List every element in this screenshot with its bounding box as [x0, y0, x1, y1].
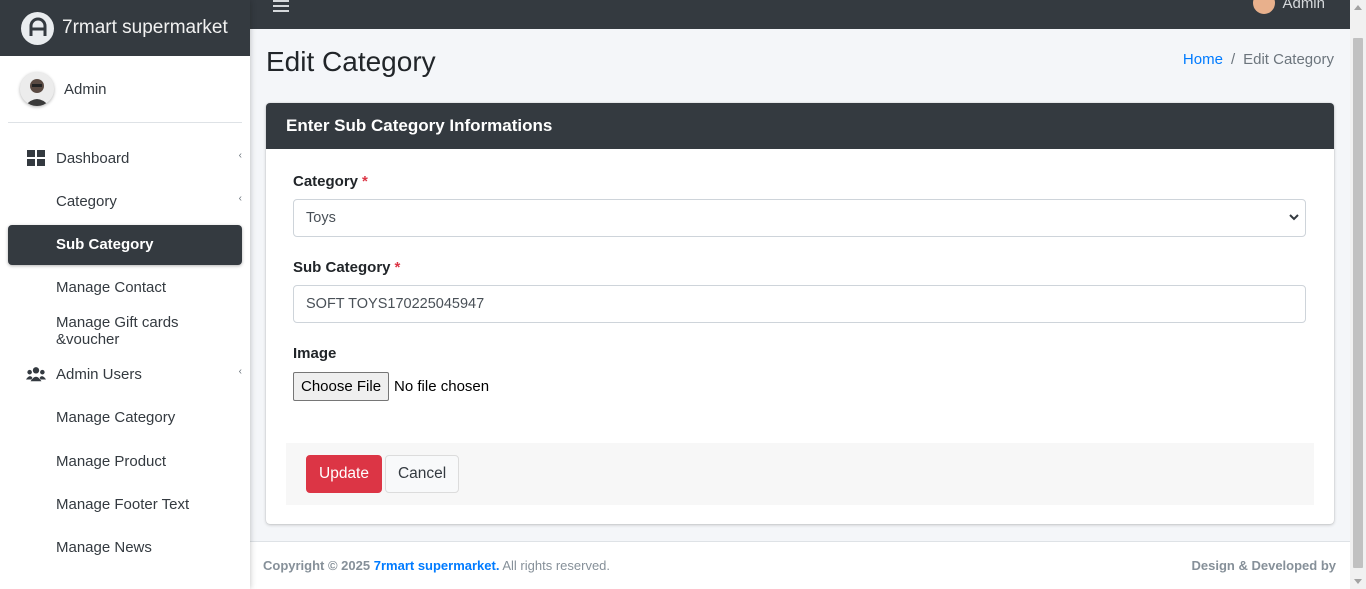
sidebar-item-label: Manage Footer Text: [56, 495, 190, 513]
sidebar-item-sub-category[interactable]: Sub Category: [8, 224, 242, 265]
category-form-group: Category * Toys: [293, 173, 1306, 237]
menu-toggle-icon[interactable]: [273, 0, 289, 12]
sidebar-item-admin-users[interactable]: Admin Users ‹: [8, 354, 242, 394]
brand-logo-icon: [21, 11, 54, 45]
choose-file-button[interactable]: Choose File: [293, 372, 390, 401]
vertical-scrollbar[interactable]: [1350, 0, 1366, 589]
update-button[interactable]: Update: [306, 455, 382, 493]
user-name: Admin: [64, 80, 107, 98]
footer-copyright: Copyright © 2025 7rmart supermarket. All…: [263, 558, 610, 573]
sidebar-item-label: Manage Product: [56, 452, 167, 470]
image-file-input: Choose File No file chosen: [293, 372, 1306, 401]
category-select[interactable]: Toys: [293, 199, 1306, 237]
scroll-up-icon[interactable]: [1354, 5, 1362, 10]
sidebar-item-label: Manage Category: [56, 409, 176, 427]
subcategory-label-text: Sub Category: [293, 259, 391, 276]
top-user-menu[interactable]: Admin: [1253, 0, 1325, 14]
breadcrumb: Home / Edit Category: [1183, 51, 1334, 68]
sidebar-item-manage-gift-cards[interactable]: Manage Gift cards &voucher: [8, 311, 242, 351]
top-user-name: Admin: [1282, 0, 1325, 12]
image-label: Image: [293, 345, 1306, 362]
subcategory-label: Sub Category *: [293, 259, 1306, 276]
sidebar-item-label: Dashboard: [56, 149, 130, 167]
page-title: Edit Category: [266, 46, 436, 77]
sidebar-item-manage-product[interactable]: Manage Product: [8, 441, 242, 481]
brand-link[interactable]: 7rmart supermarket: [0, 0, 250, 56]
dashboard-icon: [26, 148, 46, 168]
chevron-down-icon: [1289, 214, 1299, 221]
avatar: [1253, 0, 1276, 14]
sidebar-item-category[interactable]: Category ‹: [8, 181, 242, 221]
breadcrumb-current: Edit Category: [1243, 51, 1334, 68]
sidebar-item-label: Manage News: [56, 539, 152, 557]
breadcrumb-separator: /: [1230, 51, 1236, 68]
scroll-down-icon[interactable]: [1354, 579, 1362, 584]
breadcrumb-home-link[interactable]: Home: [1183, 51, 1223, 68]
content-header: Edit Category Home / Edit Category: [266, 44, 1334, 84]
page-footer: Copyright © 2025 7rmart supermarket. All…: [250, 541, 1350, 589]
edit-form-card: Enter Sub Category Informations Category…: [266, 103, 1334, 524]
sidebar-item-label: Admin Users: [56, 365, 142, 383]
copyright-text: Copyright © 2025: [263, 558, 371, 573]
footer-credit: Design & Developed by: [1191, 558, 1336, 573]
category-label-text: Category: [293, 173, 359, 190]
category-selected-value: Toys: [306, 210, 336, 226]
required-marker: *: [394, 259, 401, 276]
user-panel[interactable]: Admin: [8, 56, 242, 123]
subcategory-input-value: SOFT TOYS170225045947: [306, 296, 485, 312]
footer-rights: All rights reserved.: [502, 558, 611, 573]
card-title: Enter Sub Category Informations: [286, 116, 553, 135]
sidebar-item-manage-news[interactable]: Manage News: [8, 528, 242, 568]
card-footer: Update Cancel: [286, 443, 1314, 505]
sidebar: 7rmart supermarket Admin Dashboard ‹ Cat…: [0, 0, 250, 589]
brand-name: 7rmart supermarket: [62, 17, 228, 38]
card-header: Enter Sub Category Informations: [266, 103, 1334, 149]
chevron-left-icon: ‹: [238, 193, 242, 205]
chevron-left-icon: ‹: [238, 366, 242, 378]
image-label-text: Image: [293, 345, 337, 362]
chevron-left-icon: ‹: [238, 150, 242, 161]
subcategory-form-group: Sub Category * SOFT TOYS170225045947: [293, 259, 1306, 323]
sidebar-item-dashboard[interactable]: Dashboard ‹: [8, 138, 242, 178]
sidebar-item-label: Manage Gift cards &voucher: [56, 314, 179, 349]
sidebar-item-label: Category: [56, 192, 117, 210]
sidebar-nav: Dashboard ‹ Category ‹ Sub Category Mana…: [8, 138, 242, 571]
scroll-thumb[interactable]: [1353, 38, 1363, 568]
sidebar-item-label: Manage Contact: [56, 279, 167, 297]
sidebar-item-manage-footer-text[interactable]: Manage Footer Text: [8, 484, 242, 524]
avatar: [20, 72, 54, 106]
users-icon: [26, 364, 46, 384]
sidebar-item-label: Sub Category: [56, 236, 154, 254]
image-form-group: Image Choose File No file chosen: [293, 345, 1306, 401]
footer-brand-link[interactable]: 7rmart supermarket.: [374, 558, 500, 573]
category-label: Category *: [293, 173, 1306, 190]
cancel-button[interactable]: Cancel: [384, 455, 460, 493]
file-status: No file chosen: [394, 378, 490, 395]
subcategory-input[interactable]: SOFT TOYS170225045947: [293, 285, 1306, 323]
sidebar-item-manage-contact[interactable]: Manage Contact: [8, 268, 242, 308]
sidebar-item-manage-category[interactable]: Manage Category: [8, 398, 242, 438]
required-marker: *: [362, 173, 368, 190]
top-navbar: Admin: [250, 0, 1350, 29]
